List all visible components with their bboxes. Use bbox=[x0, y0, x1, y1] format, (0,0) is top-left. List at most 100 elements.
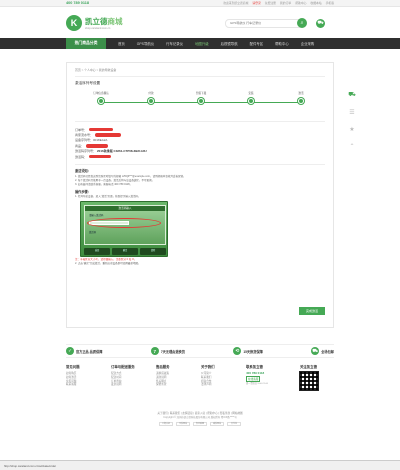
nav-item-dashcam[interactable]: 行车记录仪 bbox=[166, 41, 183, 46]
top-link-register[interactable]: 免费注册 bbox=[265, 1, 276, 5]
nav-item-gps[interactable]: GPS导航仪 bbox=[137, 41, 154, 46]
guarantee-label: 全场包邮 bbox=[321, 349, 334, 354]
instruction-step: 1. 打开导航设备，进入“激活”页面，按照提示输入激活码。 bbox=[75, 195, 141, 199]
footer-col-title: 售后服务 bbox=[156, 365, 170, 369]
footer-link[interactable]: 法律声明 bbox=[201, 383, 246, 387]
step-label: 激活 bbox=[298, 92, 304, 95]
search-icon[interactable]: ⌕ bbox=[297, 18, 307, 28]
cart-icon[interactable]: ⛟ bbox=[316, 19, 325, 28]
guarantee-label: 15天换货保障 bbox=[243, 349, 263, 354]
contact-hours: 周一至周日 9:00-21:00 bbox=[246, 383, 269, 385]
footer-col-faq: 常见问题 如何购买 如何激活 常见问题 联系客服 bbox=[66, 364, 111, 404]
star-icon[interactable]: ★ bbox=[347, 124, 357, 134]
logo-name-secondary: 商城 bbox=[107, 16, 123, 26]
redaction-mark bbox=[89, 127, 114, 132]
step-dot bbox=[248, 98, 254, 104]
step-activate: 激活 bbox=[286, 89, 316, 104]
top-link-mobile[interactable]: 手机版 bbox=[326, 1, 334, 5]
step-label: 升级下载 bbox=[195, 92, 207, 95]
top-icon[interactable]: ⌃ bbox=[347, 141, 357, 151]
top-link-favorite[interactable]: 收藏本站 bbox=[310, 1, 321, 5]
nav-item-enterprise[interactable]: 企业采购 bbox=[301, 41, 315, 46]
order-info: 订单号： 商家流水号： 设备序列号： 0018EA2A 商品： 激活码序列号： 2016秋季… bbox=[75, 121, 325, 159]
copyright-line: Copyright © 深圳市凯立德科技股份有限公司 版权所有 粤ICP备***… bbox=[163, 416, 237, 419]
nav-item-map-upgrade[interactable]: 地图升级 bbox=[195, 41, 209, 46]
badge[interactable]: 诚信网站 bbox=[210, 421, 224, 426]
device-keys: 返回 确定 清除 bbox=[84, 248, 166, 256]
site-header: K 凯立德商城 shop.careland.com.cn ⌕ ⛟ bbox=[0, 7, 400, 38]
footer-col-title: 常见问题 bbox=[66, 365, 80, 369]
device-screen-prompt: 请输入激活码 bbox=[89, 214, 104, 218]
device-key-clear: 清除 bbox=[140, 248, 166, 256]
badge[interactable]: 工商认证 bbox=[159, 421, 173, 426]
top-link-login[interactable]: 请登录 bbox=[252, 1, 260, 5]
nav-item-help[interactable]: 帮助中心 bbox=[275, 41, 289, 46]
cart-icon[interactable]: ⛟ bbox=[347, 90, 357, 100]
step-dot bbox=[98, 98, 104, 104]
info-key: 激活码： bbox=[75, 154, 88, 159]
complete-activation-button[interactable]: 完成激活 bbox=[299, 307, 325, 315]
guarantee-return: 7 7天无理由退换货 bbox=[150, 347, 185, 355]
top-link-orders[interactable]: 我的订单 bbox=[280, 1, 291, 5]
guarantee-shipping: ⛟ 全场包邮 bbox=[311, 347, 334, 355]
top-strip: 400 789 0118 欢迎来到凯立德商城 请登录 免费注册 我的订单 帮助中… bbox=[0, 0, 400, 7]
side-rail: ⛟ ☰ ★ ⌃ bbox=[345, 90, 359, 158]
instructions-heading: 激活须知： bbox=[75, 169, 91, 174]
logo-name-primary: 凯立德 bbox=[85, 16, 108, 26]
footer-link[interactable]: 发票说明 bbox=[111, 383, 156, 387]
highlight-ring bbox=[87, 218, 161, 229]
breadcrumb: 首页 > 个人中心 > 我的导航设备 bbox=[75, 68, 117, 72]
site-logo[interactable]: K 凯立德商城 shop.careland.com.cn bbox=[66, 14, 123, 31]
top-links: 欢迎来到凯立德商城 请登录 免费注册 我的订单 帮助中心 收藏本站 手机版 bbox=[223, 1, 334, 5]
browser-status-bar: http://shop.careland.com.cn/activate/ord… bbox=[0, 460, 400, 470]
section-title: 激活序列号设置 bbox=[75, 81, 101, 85]
info-key: 设备序列号： bbox=[75, 138, 94, 143]
qr-code-icon bbox=[298, 371, 319, 391]
info-value: 0018EA2A bbox=[93, 138, 108, 143]
step-dot bbox=[298, 98, 304, 104]
step-payment: 付款 bbox=[136, 89, 166, 104]
footer-link[interactable]: 保修条款 bbox=[156, 383, 201, 387]
guarantee-label: 7天无理由退换货 bbox=[160, 349, 185, 354]
redaction-mark bbox=[86, 144, 109, 148]
step-download: 升级下载 bbox=[186, 89, 216, 104]
redaction-mark bbox=[89, 154, 112, 159]
nav-item-home[interactable]: 首页 bbox=[118, 41, 125, 46]
footer-link[interactable]: 联系客服 bbox=[66, 383, 111, 387]
badge[interactable]: 安全联盟 bbox=[193, 421, 207, 426]
info-key: 订单号： bbox=[75, 127, 88, 132]
nav-item-accessories[interactable]: 配件专区 bbox=[250, 41, 264, 46]
copyright: 关于我们 | 联系我们 | 友情链接 | 商家入驻 | 帮助中心 | 隐私条款 … bbox=[66, 412, 334, 426]
step-dot bbox=[198, 98, 204, 104]
info-key: 激活码序列号： bbox=[75, 149, 97, 154]
nav-items: 首页 GPS导航仪 行车记录仪 地图升级 后视镜导航 配件专区 帮助中心 企业采… bbox=[118, 41, 314, 46]
device-screen-label: 激活码 bbox=[89, 231, 97, 235]
logo-name: 凯立德商城 bbox=[85, 16, 123, 27]
info-key: 商品： bbox=[75, 143, 85, 148]
logo-mark-icon: K bbox=[66, 14, 82, 31]
badge[interactable]: 可信网站 bbox=[176, 421, 190, 426]
activation-card: 首页 > 个人中心 > 我的导航设备 激活序列号设置 订单信息确认 付款 升级下… bbox=[66, 62, 334, 328]
nav-item-mirror[interactable]: 后视镜导航 bbox=[221, 41, 238, 46]
steps-heading: 操作步骤： bbox=[75, 189, 91, 194]
search-input[interactable] bbox=[225, 18, 303, 28]
online-service-button[interactable]: 在线客服 bbox=[246, 376, 261, 382]
info-value: 2016秋季版 C3261-C7P08-3B21A0U bbox=[97, 149, 147, 154]
guarantee-strip: ✓ 官方正品 品质保障 7 7天无理由退换货 ⟲ 15天换货保障 ⛟ 全场包邮 bbox=[66, 344, 334, 358]
step-label: 订单信息确认 bbox=[93, 92, 109, 95]
search-box: ⌕ bbox=[225, 18, 307, 28]
comment-icon[interactable]: ☰ bbox=[347, 107, 357, 117]
top-link-help[interactable]: 帮助中心 bbox=[295, 1, 306, 5]
hotline: 400 789 0118 bbox=[66, 1, 90, 5]
instruction-final: 2. 点击“确定”完成激活，重新启动设备即可使用最新地图。 bbox=[75, 262, 141, 266]
shield-icon: ✓ bbox=[66, 347, 74, 355]
footer-col-aftersales: 售后服务 退换货政策 退款说明 售后网点 保修条款 bbox=[156, 364, 201, 404]
badge[interactable]: 支付宝 bbox=[227, 421, 241, 426]
instructions: 激活须知： 1. 激活码已经发送到您购买时填写的邮箱 c25Q9***@exam… bbox=[75, 164, 325, 266]
instruction-line: 3. 如有疑问请联系客服，客服电话 400 789 0118。 bbox=[75, 182, 133, 186]
contact-title: 联系凯立德 bbox=[246, 365, 263, 369]
exchange-icon: ⟲ bbox=[233, 347, 242, 355]
guarantee-genuine: ✓ 官方正品 品质保障 bbox=[66, 347, 102, 355]
device-key-ok: 确定 bbox=[112, 248, 138, 256]
category-menu-button[interactable]: 热门商品分类 bbox=[66, 38, 106, 49]
